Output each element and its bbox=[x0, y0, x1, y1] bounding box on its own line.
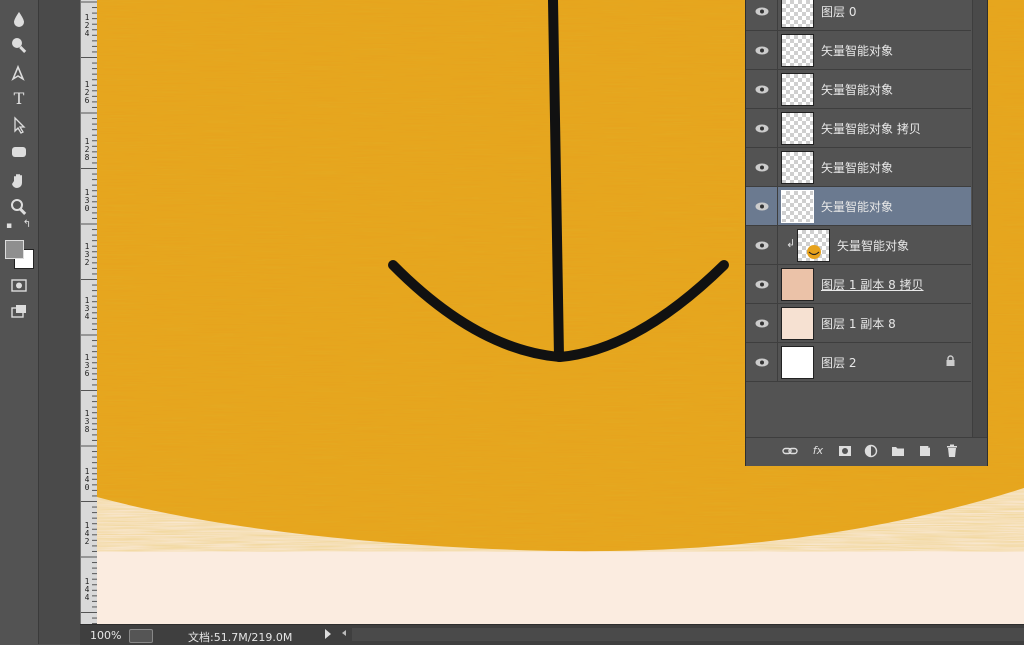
layer-name: 矢量智能对象 bbox=[821, 44, 894, 58]
ruler-label: 1 3 2 bbox=[84, 242, 90, 267]
layer-thumbnail bbox=[781, 268, 814, 301]
status-menu-arrow-icon[interactable] bbox=[325, 629, 331, 639]
layer-row[interactable]: 图层 1 副本 8 bbox=[746, 304, 971, 343]
trash-icon[interactable] bbox=[944, 444, 960, 458]
eye-icon[interactable] bbox=[746, 0, 778, 30]
toolbar-gutter bbox=[39, 0, 80, 644]
layer-thumbnail bbox=[781, 190, 814, 223]
eye-icon[interactable] bbox=[746, 148, 778, 186]
ruler-label: 1 2 6 bbox=[84, 80, 90, 105]
layer-row[interactable]: 图层 1 副本 8 拷贝 bbox=[746, 265, 971, 304]
new-layer-icon[interactable] bbox=[917, 444, 933, 458]
layer-thumbnail bbox=[781, 34, 814, 67]
document-size: 文档:51.7M/219.0M bbox=[188, 631, 293, 644]
layer-name: 图层 0 bbox=[821, 5, 857, 19]
drop-icon[interactable] bbox=[8, 8, 30, 30]
ruler-label: 1 4 4 bbox=[84, 577, 90, 602]
layer-name: 矢量智能对象 bbox=[821, 161, 894, 175]
tools-panel: T ▪ ↰ bbox=[0, 0, 39, 644]
fx-button[interactable]: fx bbox=[810, 444, 826, 458]
adjustment-icon[interactable] bbox=[863, 444, 879, 458]
clipping-mask-icon: ↲ bbox=[786, 237, 796, 250]
zoom-level[interactable]: 100% bbox=[90, 629, 121, 642]
layer-thumbnail bbox=[781, 151, 814, 184]
ruler-label: 1 3 8 bbox=[84, 409, 90, 434]
eye-icon[interactable] bbox=[746, 70, 778, 108]
eye-icon[interactable] bbox=[746, 109, 778, 147]
status-bar: 100% 文档:51.7M/219.0M bbox=[80, 624, 1024, 645]
layer-row[interactable]: 矢量智能对象 bbox=[746, 148, 971, 187]
pen-icon[interactable] bbox=[8, 62, 30, 84]
screen-mode-icon[interactable] bbox=[8, 300, 30, 322]
default-colors-icon[interactable]: ▪ bbox=[3, 220, 15, 232]
zoom-tool-icon[interactable] bbox=[8, 196, 30, 218]
layers-scrollbar[interactable] bbox=[972, 0, 987, 437]
quick-mask-icon[interactable] bbox=[8, 274, 30, 296]
layer-name: 图层 2 bbox=[821, 356, 857, 370]
zoom-icon[interactable] bbox=[8, 34, 30, 56]
layer-row[interactable]: 图层 2 bbox=[746, 343, 971, 382]
rectangle-icon[interactable] bbox=[8, 141, 30, 163]
vertical-ruler: 1 2 4 1 2 6 1 2 8 1 3 0 1 3 2 1 3 4 1 3 … bbox=[80, 0, 98, 624]
layer-row[interactable]: ↲ 矢量智能对象 bbox=[746, 226, 971, 265]
eye-icon[interactable] bbox=[746, 226, 778, 264]
eye-icon[interactable] bbox=[746, 343, 778, 381]
folder-icon[interactable] bbox=[890, 444, 906, 458]
zoom-preview-icon[interactable] bbox=[129, 629, 153, 643]
ruler-label: 1 2 4 bbox=[84, 13, 90, 38]
layer-row[interactable]: 矢量智能对象 bbox=[746, 70, 971, 109]
ruler-label: 1 3 6 bbox=[84, 353, 90, 378]
layer-thumbnail bbox=[781, 346, 814, 379]
lock-icon bbox=[946, 355, 955, 366]
ruler-label: 1 2 8 bbox=[84, 137, 90, 162]
path-select-icon[interactable] bbox=[8, 114, 30, 136]
layer-thumbnail bbox=[781, 0, 814, 28]
ruler-label: 1 4 0 bbox=[84, 467, 90, 492]
mask-icon[interactable] bbox=[837, 444, 853, 458]
hand-icon[interactable] bbox=[8, 170, 30, 192]
layers-panel: 图层 0 矢量智能对象 矢量智能对象 矢量智能对象 拷贝 矢量智能对象 矢量智能… bbox=[745, 0, 988, 466]
horizontal-scrollbar[interactable] bbox=[352, 628, 1024, 641]
ruler-label: 1 3 0 bbox=[84, 188, 90, 213]
ruler-label: 1 3 4 bbox=[84, 296, 90, 321]
ruler-label: 1 4 2 bbox=[84, 521, 90, 546]
eye-icon[interactable] bbox=[746, 265, 778, 303]
eye-icon[interactable] bbox=[746, 31, 778, 69]
scroll-left-icon[interactable] bbox=[342, 630, 346, 636]
layer-name: 矢量智能对象 bbox=[837, 239, 910, 253]
layer-row[interactable]: 图层 0 bbox=[746, 0, 971, 31]
eye-icon[interactable] bbox=[746, 304, 778, 342]
layer-thumbnail bbox=[781, 307, 814, 340]
layer-thumbnail bbox=[781, 73, 814, 106]
eye-icon[interactable] bbox=[746, 187, 778, 225]
swap-colors-icon[interactable]: ↰ bbox=[21, 219, 33, 231]
layer-name: 矢量智能对象 bbox=[821, 83, 894, 97]
layer-name: 矢量智能对象 拷贝 bbox=[821, 122, 921, 136]
layer-thumbnail bbox=[797, 229, 830, 262]
layer-thumbnail bbox=[781, 112, 814, 145]
layer-name: 矢量智能对象 bbox=[821, 200, 894, 214]
link-icon[interactable] bbox=[782, 444, 798, 458]
layer-row[interactable]: 矢量智能对象 拷贝 bbox=[746, 109, 971, 148]
layer-name: 图层 1 副本 8 bbox=[821, 317, 896, 331]
foreground-color[interactable] bbox=[5, 240, 24, 259]
layer-name: 图层 1 副本 8 拷贝 bbox=[821, 278, 924, 292]
type-icon[interactable]: T bbox=[8, 88, 30, 110]
layer-row-selected[interactable]: 矢量智能对象 bbox=[746, 187, 971, 226]
layers-footer: fx bbox=[746, 437, 987, 466]
layer-row[interactable]: 矢量智能对象 bbox=[746, 31, 971, 70]
